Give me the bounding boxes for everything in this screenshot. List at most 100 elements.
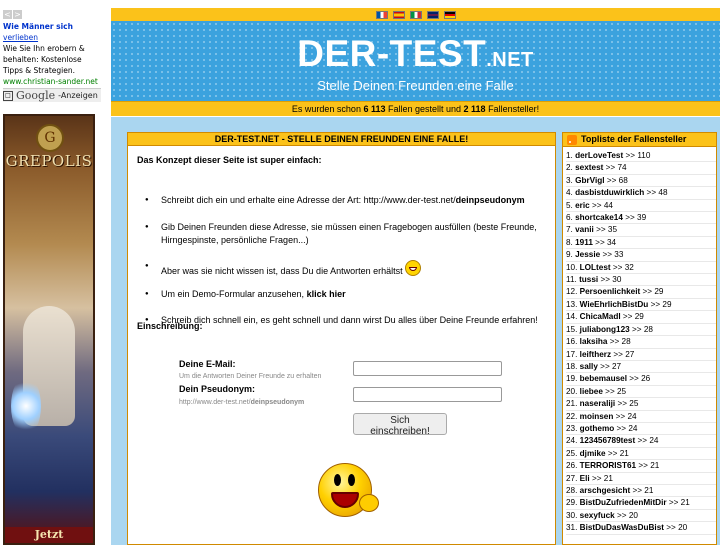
list-item[interactable]: 11. tussi >> 30 (566, 274, 716, 287)
german-flag-icon[interactable] (443, 10, 456, 19)
username[interactable]: eric (575, 201, 590, 210)
username[interactable]: 1911 (575, 238, 593, 247)
rank: 5. (566, 200, 573, 210)
username[interactable]: Eli (580, 474, 590, 483)
username[interactable]: bebemausel (580, 374, 627, 383)
username[interactable]: dasbistduwirklich (575, 188, 644, 197)
ad-link[interactable]: verlieben (3, 32, 101, 43)
list-item: Gib Deinen Freunden diese Adresse, sie m… (137, 221, 547, 247)
score: >> 24 (635, 436, 659, 446)
username[interactable]: gothemo (580, 424, 615, 433)
username[interactable]: TERRORIST61 (580, 461, 636, 470)
score: >> 26 (627, 374, 651, 384)
pseudonym-field[interactable] (353, 387, 502, 402)
username[interactable]: Jessie (575, 250, 600, 259)
list-item[interactable]: 13. WieEhrlichBistDu >> 29 (566, 299, 716, 312)
username[interactable]: laksiha (580, 337, 608, 346)
username[interactable]: sextest (575, 163, 603, 172)
french-flag-icon[interactable] (375, 10, 388, 19)
list-item[interactable]: 15. juliabong123 >> 28 (566, 324, 716, 337)
list-item[interactable]: 16. laksiha >> 28 (566, 336, 716, 349)
username[interactable]: sally (580, 362, 598, 371)
username[interactable]: arschgesicht (580, 486, 631, 495)
list-item[interactable]: 24. 123456789test >> 24 (566, 435, 716, 448)
list-item[interactable]: 2. sextest >> 74 (566, 162, 716, 175)
score: >> 21 (636, 461, 660, 471)
rss-icon[interactable] (567, 134, 577, 145)
list-item[interactable]: 29. BistDuZufriedenMitDir >> 21 (566, 497, 716, 510)
score: >> 110 (623, 151, 651, 160)
ad-url[interactable]: www.christian-sander.net (3, 76, 101, 87)
google-ads-label[interactable]: □ Google -Anzeigen (3, 88, 101, 102)
username[interactable]: shortcake14 (575, 213, 623, 222)
list-item[interactable]: 1. derLoveTest >> 110 (566, 150, 716, 163)
list-item[interactable]: 20. liebee >> 25 (566, 386, 716, 399)
list-item[interactable]: 30. sexyfuck >> 20 (566, 510, 716, 523)
british-flag-icon[interactable] (426, 10, 439, 19)
register-button[interactable]: Sich einschreiben! (353, 413, 447, 437)
toplist-title: Topliste der Fallensteller (581, 134, 687, 144)
username[interactable]: 123456789test (580, 436, 636, 445)
list-item[interactable]: 31. BistDuDasWasDuBist >> 20 (566, 522, 716, 535)
username[interactable]: vanii (575, 225, 594, 234)
username[interactable]: BistDuDasWasDuBist (580, 523, 664, 532)
list-item[interactable]: 22. moinsen >> 24 (566, 411, 716, 423)
list-item[interactable]: 4. dasbistduwirklich >> 48 (566, 187, 716, 200)
username[interactable]: GbrVigl (575, 176, 604, 185)
list-item[interactable]: 6. shortcake14 >> 39 (566, 212, 716, 225)
list-item[interactable]: 27. Eli >> 21 (566, 473, 716, 485)
rank: 18. (566, 361, 578, 371)
score: >> 21 (630, 485, 654, 495)
site-title[interactable]: DER-TEST.NET (111, 33, 720, 75)
list-item[interactable]: 7. vanii >> 35 (566, 224, 716, 237)
username[interactable]: juliabong123 (580, 325, 630, 334)
username[interactable]: sexyfuck (580, 511, 615, 520)
site-title-ext: .NET (486, 49, 534, 71)
list-item[interactable]: 10. LOLtest >> 32 (566, 262, 716, 275)
username[interactable]: leiftherz (580, 350, 611, 359)
list-item[interactable]: 12. Persoenlichkeit >> 29 (566, 286, 716, 299)
list-item[interactable]: 19. bebemausel >> 26 (566, 373, 716, 386)
score: >> 30 (598, 275, 622, 285)
list-item[interactable]: 9. Jessie >> 33 (566, 249, 716, 262)
username[interactable]: derLoveTest (575, 151, 623, 160)
toplist-heading: Topliste der Fallensteller (563, 133, 716, 147)
demo-link[interactable]: klick hier (307, 289, 346, 299)
score: >> 29 (620, 312, 644, 322)
list-item[interactable]: 14. ChicaMadl >> 29 (566, 311, 716, 324)
spanish-flag-icon[interactable] (392, 10, 405, 19)
list-item[interactable]: 23. gothemo >> 24 (566, 423, 716, 436)
username[interactable]: ChicaMadl (580, 312, 621, 321)
username[interactable]: moinsen (580, 412, 614, 421)
pseudonym-label: Dein Pseudonym: (179, 384, 256, 394)
list-item[interactable]: 5. eric >> 44 (566, 200, 716, 213)
score: >> 48 (644, 188, 668, 198)
username[interactable]: BistDuZufriedenMitDir (580, 498, 667, 507)
list-item[interactable]: 3. GbrVigl >> 68 (566, 175, 716, 188)
list-item[interactable]: 25. djmike >> 21 (566, 448, 716, 461)
list-item[interactable]: 18. sally >> 27 (566, 361, 716, 374)
ad-prev-button[interactable]: < (3, 10, 12, 19)
ad-info-icon[interactable]: □ (3, 90, 13, 101)
list-item[interactable]: 8. 1911 >> 34 (566, 237, 716, 250)
ad-next-button[interactable]: > (13, 10, 22, 19)
list-item[interactable]: 28. arschgesicht >> 21 (566, 485, 716, 498)
list-item[interactable]: 17. leiftherz >> 27 (566, 349, 716, 361)
email-field[interactable] (353, 361, 502, 376)
list-item[interactable]: 21. naseraliji >> 25 (566, 398, 716, 411)
italian-flag-icon[interactable] (409, 10, 422, 19)
rank: 7. (566, 225, 573, 235)
grepolis-banner[interactable]: G GREPOLIS Jetzt (3, 114, 95, 545)
username[interactable]: LOLtest (580, 263, 611, 272)
rank: 6. (566, 213, 573, 223)
username[interactable]: djmike (580, 449, 606, 458)
username[interactable]: WieEhrlichBistDu (580, 300, 649, 309)
ad-title[interactable]: Wie Männer sich (3, 21, 101, 32)
banner-cta[interactable]: Jetzt (5, 527, 93, 543)
username[interactable]: naseraliji (580, 399, 616, 408)
list-item[interactable]: 26. TERRORIST61 >> 21 (566, 460, 716, 473)
username[interactable]: liebee (580, 387, 603, 396)
rank: 26. (566, 461, 578, 471)
username[interactable]: tussi (579, 275, 598, 284)
username[interactable]: Persoenlichkeit (580, 287, 641, 296)
